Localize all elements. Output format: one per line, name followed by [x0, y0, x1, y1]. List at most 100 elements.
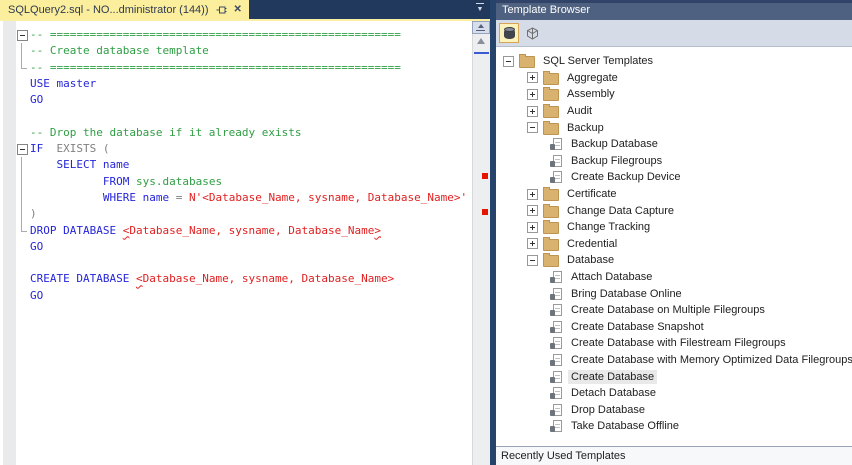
fold-collapse-toggle[interactable] — [0, 27, 30, 43]
fold-margin — [0, 223, 30, 239]
template-document-icon — [553, 387, 562, 399]
template-document-icon — [553, 420, 562, 432]
collapse-icon[interactable] — [503, 56, 514, 67]
code-line: CREATE DATABASE <Database_Name, sysname,… — [0, 271, 472, 287]
code-token: SELECT name — [57, 157, 130, 173]
code-token: ) — [30, 206, 37, 222]
tree-item-bring-database-online[interactable]: Bring Database Online — [496, 285, 852, 302]
tree-item-change-tracking[interactable]: Change Tracking — [496, 219, 852, 236]
sql-server-templates-button[interactable] — [499, 23, 519, 43]
code-token: sys.databases — [129, 174, 222, 190]
code-token: USE master — [30, 76, 96, 92]
code-token: CREATE DATABASE — [30, 271, 136, 287]
document-list-chevron-icon[interactable]: ▼ — [476, 3, 484, 13]
tree-item-create-backup-device[interactable]: Create Backup Device — [496, 169, 852, 186]
tree-item-database[interactable]: Database — [496, 252, 852, 269]
template-document-icon — [553, 288, 562, 300]
tree-item-label: Take Database Offline — [568, 419, 682, 433]
expand-icon[interactable] — [527, 72, 538, 83]
tree-item-create-database[interactable]: Create Database — [496, 368, 852, 385]
scrollbar-error-mark — [482, 173, 488, 179]
code-line: GO — [0, 239, 472, 255]
expand-icon[interactable] — [527, 106, 538, 117]
code-token: -- =====================================… — [30, 60, 401, 76]
tree-item-label: SQL Server Templates — [540, 54, 656, 68]
close-icon[interactable]: ✕ — [234, 5, 242, 15]
template-document-icon — [553, 138, 562, 150]
expand-icon[interactable] — [527, 238, 538, 249]
tree-item-change-data-capture[interactable]: Change Data Capture — [496, 202, 852, 219]
tree-item-certificate[interactable]: Certificate — [496, 186, 852, 203]
collapse-icon[interactable] — [527, 255, 538, 266]
code-token: Database_Name, sysname, Database_Name> — [143, 271, 395, 287]
code-line: -- =====================================… — [0, 60, 472, 76]
tree-item-aggregate[interactable]: Aggregate — [496, 70, 852, 87]
folder-icon — [543, 89, 559, 101]
code-line: GO — [0, 92, 472, 108]
code-token — [30, 190, 103, 206]
folder-icon — [543, 106, 559, 118]
expand-icon[interactable] — [527, 222, 538, 233]
template-document-icon — [553, 271, 562, 283]
code-token: < — [136, 271, 143, 287]
tree-item-label: Certificate — [564, 187, 620, 201]
code-line: WHERE name = N'<Database_Name, sysname, … — [0, 190, 472, 206]
tree-item-create-database-with-memory-optimized-data-filegroups[interactable]: Create Database with Memory Optimized Da… — [496, 352, 852, 369]
code-token: Database_Name, sysname, Database_Name — [129, 223, 374, 239]
tree-item-backup[interactable]: Backup — [496, 119, 852, 136]
tree-item-attach-database[interactable]: Attach Database — [496, 269, 852, 286]
tab-title: SQLQuery2.sql - NO...dministrator (144)) — [8, 4, 209, 16]
tree-item-detach-database[interactable]: Detach Database — [496, 385, 852, 402]
expand-icon[interactable] — [527, 189, 538, 200]
pin-icon[interactable] — [216, 5, 227, 15]
fold-margin — [0, 108, 30, 124]
tree-item-take-database-offline[interactable]: Take Database Offline — [496, 418, 852, 435]
recently-used-templates-header[interactable]: Recently Used Templates — [496, 446, 852, 465]
tree-item-label: Create Database Snapshot — [568, 320, 707, 334]
tree-item-label: Database — [564, 253, 617, 267]
tree-item-create-database-snapshot[interactable]: Create Database Snapshot — [496, 319, 852, 336]
tree-item-label: Create Database on Multiple Filegroups — [568, 303, 768, 317]
vertical-scrollbar[interactable] — [472, 21, 490, 465]
folder-icon — [543, 123, 559, 135]
expand-icon[interactable] — [527, 205, 538, 216]
tree-item-sql-server-templates[interactable]: SQL Server Templates — [496, 53, 852, 70]
code-token: -- Drop the database if it already exist… — [30, 125, 302, 141]
tree-item-assembly[interactable]: Assembly — [496, 86, 852, 103]
code-token: GO — [30, 92, 43, 108]
code-token: EXISTS ( — [43, 141, 109, 157]
tree-item-label: Drop Database — [568, 403, 648, 417]
template-document-icon — [553, 304, 562, 316]
fold-margin — [0, 157, 30, 173]
tree-item-create-database-with-filestream-filegroups[interactable]: Create Database with Filestream Filegrou… — [496, 335, 852, 352]
tree-item-create-database-on-multiple-filegroups[interactable]: Create Database on Multiple Filegroups — [496, 302, 852, 319]
scrollbar-caret-position — [474, 52, 489, 54]
tree-item-label: Detach Database — [568, 386, 659, 400]
tree-item-audit[interactable]: Audit — [496, 103, 852, 120]
tree-item-drop-database[interactable]: Drop Database — [496, 401, 852, 418]
code-token: GO — [30, 288, 43, 304]
template-browser-toolbar — [496, 20, 852, 47]
code-editor[interactable]: -- =====================================… — [0, 21, 490, 465]
template-document-icon — [553, 321, 562, 333]
collapse-icon[interactable] — [527, 122, 538, 133]
document-tab-strip: SQLQuery2.sql - NO...dministrator (144))… — [0, 0, 490, 21]
template-document-icon — [553, 171, 562, 183]
tree-item-credential[interactable]: Credential — [496, 236, 852, 253]
tree-item-backup-filegroups[interactable]: Backup Filegroups — [496, 153, 852, 170]
code-area[interactable]: -- =====================================… — [0, 21, 472, 465]
tree-item-label: Attach Database — [568, 270, 655, 284]
fold-collapse-toggle[interactable] — [0, 141, 30, 157]
scroll-up-arrow-icon[interactable] — [477, 38, 485, 44]
code-token: WHERE name — [103, 190, 176, 206]
tab-sqlquery2[interactable]: SQLQuery2.sql - NO...dministrator (144))… — [0, 0, 249, 19]
code-token — [30, 174, 103, 190]
folder-icon — [543, 255, 559, 267]
panel-title[interactable]: Template Browser — [496, 0, 852, 20]
fold-margin — [0, 76, 30, 92]
code-line: -- Drop the database if it already exist… — [0, 125, 472, 141]
expand-icon[interactable] — [527, 89, 538, 100]
tree-item-backup-database[interactable]: Backup Database — [496, 136, 852, 153]
split-window-gripper[interactable] — [472, 21, 490, 34]
analysis-services-templates-button[interactable] — [522, 23, 542, 43]
